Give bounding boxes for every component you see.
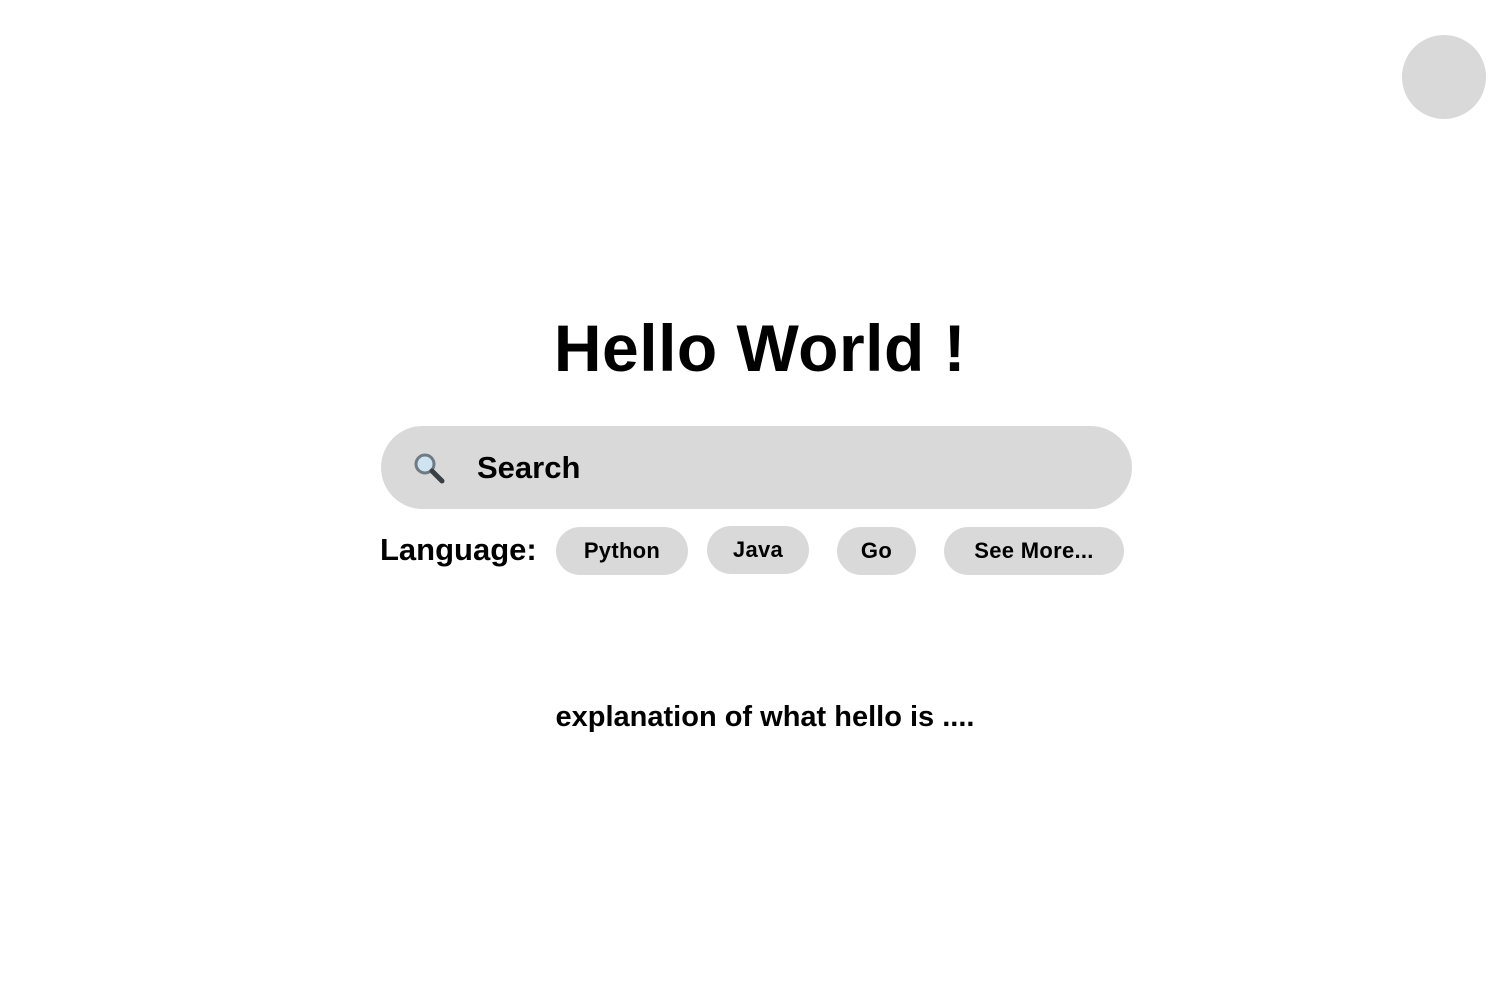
- page-title: Hello World !: [553, 311, 967, 385]
- explanation-text: explanation of what hello is ....: [555, 701, 975, 733]
- search-input[interactable]: [477, 442, 1077, 493]
- avatar[interactable]: [1402, 35, 1486, 119]
- see-more-button[interactable]: See More...: [944, 527, 1124, 575]
- language-chip-python[interactable]: Python: [556, 527, 688, 575]
- search-icon: [411, 450, 447, 486]
- page: Hello World ! Language: Python Java Go S…: [0, 0, 1512, 982]
- language-chip-go[interactable]: Go: [837, 527, 916, 575]
- search-bar[interactable]: [381, 426, 1132, 509]
- search-icon-graphic: [414, 453, 445, 483]
- language-chip-java[interactable]: Java: [707, 526, 809, 574]
- language-label: Language:: [380, 532, 537, 567]
